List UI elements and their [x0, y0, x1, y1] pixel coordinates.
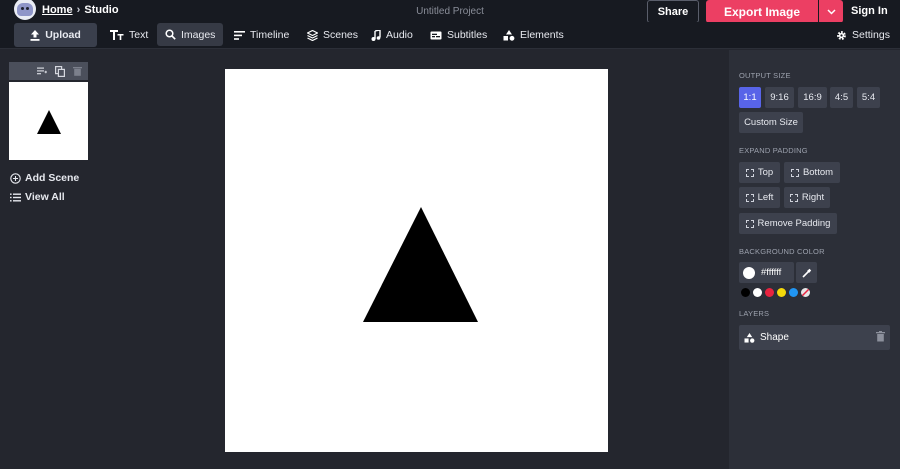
upload-button[interactable]: Upload [14, 23, 97, 47]
background-color-field[interactable]: #ffffff [739, 262, 794, 283]
eyedropper-button[interactable] [796, 262, 817, 283]
size-5-4-button[interactable]: 5:4 [857, 87, 880, 108]
tab-audio-label: Audio [386, 29, 413, 41]
sign-in-link[interactable]: Sign In [851, 5, 888, 17]
upload-icon [30, 29, 40, 41]
text-icon [110, 30, 124, 40]
size-1-1-button[interactable]: 1:1 [739, 87, 761, 108]
padding-box-icon [790, 168, 799, 177]
triangle-shape[interactable] [225, 69, 608, 452]
duplicate-icon[interactable] [55, 65, 65, 77]
top-bar: Home › Studio Untitled Project Share Exp… [0, 0, 900, 23]
triangle-shape-thumb [37, 110, 61, 134]
remove-padding-label: Remove Padding [757, 218, 831, 229]
padding-box-icon [745, 168, 754, 177]
toolbar: Upload Text Images Timeline Scenes Audio… [0, 22, 900, 49]
mascot-icon [17, 3, 33, 16]
tab-scenes[interactable]: Scenes [307, 23, 358, 47]
tab-timeline[interactable]: Timeline [234, 23, 289, 47]
color-preset-red[interactable] [765, 288, 774, 297]
color-preset-blue[interactable] [789, 288, 798, 297]
layers-heading: LAYERS [739, 309, 770, 318]
color-preset-yellow[interactable] [777, 288, 786, 297]
no-color-icon [801, 288, 810, 297]
layer-row-shape[interactable]: Shape [739, 325, 890, 350]
size-16-9-button[interactable]: 16:9 [798, 87, 827, 108]
padding-box-icon [789, 193, 798, 202]
shapes-icon [744, 332, 755, 343]
avatar-logo[interactable] [14, 0, 36, 20]
padding-top-button[interactable]: Top [739, 162, 780, 183]
export-image-button[interactable]: Export Image [706, 0, 818, 23]
plus-circle-icon [10, 172, 21, 184]
padding-bottom-button[interactable]: Bottom [784, 162, 840, 183]
breadcrumb: Home › Studio [42, 4, 119, 16]
current-color-swatch [743, 266, 755, 279]
export-options-button[interactable] [819, 0, 843, 23]
tab-images-label: Images [181, 28, 216, 41]
timeline-icon [234, 30, 245, 40]
trash-icon[interactable] [876, 331, 885, 342]
color-preset-transparent[interactable] [801, 288, 810, 297]
scene-thumbnail[interactable] [9, 82, 88, 160]
layer-name: Shape [760, 332, 789, 343]
scene-card[interactable] [9, 62, 88, 160]
chevron-down-icon [826, 8, 836, 15]
padding-left-button[interactable]: Left [739, 187, 780, 208]
add-scene-button[interactable]: Add Scene [10, 172, 79, 184]
view-all-button[interactable]: View All [10, 191, 65, 203]
layers-icon [307, 29, 318, 41]
padding-top-label: Top [757, 167, 774, 178]
scene-toolbar [9, 62, 88, 80]
tab-elements[interactable]: Elements [503, 23, 564, 47]
settings-label: Settings [852, 29, 890, 41]
color-preset-black[interactable] [741, 288, 750, 297]
background-color-value: #ffffff [761, 267, 782, 278]
size-9-16-button[interactable]: 9:16 [765, 87, 794, 108]
tab-subtitles[interactable]: Subtitles [430, 23, 487, 47]
editor-canvas[interactable] [225, 69, 608, 452]
background-color-heading: BACKGROUND COLOR [739, 247, 825, 256]
project-title[interactable]: Untitled Project [360, 6, 540, 17]
output-size-heading: OUTPUT SIZE [739, 71, 791, 80]
upload-label: Upload [45, 29, 81, 41]
settings-button[interactable]: Settings [836, 23, 890, 47]
share-button[interactable]: Share [647, 0, 699, 23]
custom-size-button[interactable]: Custom Size [739, 112, 803, 133]
music-note-icon [371, 29, 381, 41]
scene-menu-icon[interactable] [37, 67, 47, 75]
search-icon [165, 29, 176, 40]
trash-icon[interactable] [73, 66, 82, 76]
view-all-label: View All [25, 191, 65, 203]
padding-right-label: Right [801, 192, 825, 203]
size-4-5-button[interactable]: 4:5 [830, 87, 853, 108]
breadcrumb-current: Studio [84, 4, 119, 16]
gear-icon [837, 30, 846, 40]
tab-audio[interactable]: Audio [371, 23, 413, 47]
remove-padding-button[interactable]: Remove Padding [739, 213, 837, 234]
subtitles-icon [430, 31, 442, 39]
padding-bottom-label: Bottom [802, 167, 834, 178]
scenes-panel: Add Scene View All [0, 50, 100, 469]
tab-images[interactable]: Images [157, 23, 224, 46]
tab-text-label: Text [129, 29, 149, 41]
tab-text[interactable]: Text [110, 23, 148, 47]
breadcrumb-separator: › [76, 4, 81, 16]
color-preset-white[interactable] [753, 288, 762, 297]
breadcrumb-home-link[interactable]: Home [42, 4, 73, 16]
padding-box-icon [745, 193, 754, 202]
tab-elements-label: Elements [520, 29, 564, 41]
list-icon [10, 193, 21, 201]
padding-box-icon [745, 219, 754, 228]
padding-left-label: Left [757, 192, 774, 203]
properties-panel: OUTPUT SIZE 1:1 9:16 16:9 4:5 5:4 Custom… [729, 50, 900, 469]
tab-scenes-label: Scenes [323, 29, 359, 41]
padding-right-button[interactable]: Right [784, 187, 830, 208]
tab-timeline-label: Timeline [250, 29, 290, 41]
shapes-icon [503, 29, 515, 41]
expand-padding-heading: EXPAND PADDING [739, 146, 808, 155]
add-scene-label: Add Scene [25, 172, 80, 184]
eyedropper-icon [801, 268, 811, 278]
tab-subtitles-label: Subtitles [447, 29, 488, 41]
